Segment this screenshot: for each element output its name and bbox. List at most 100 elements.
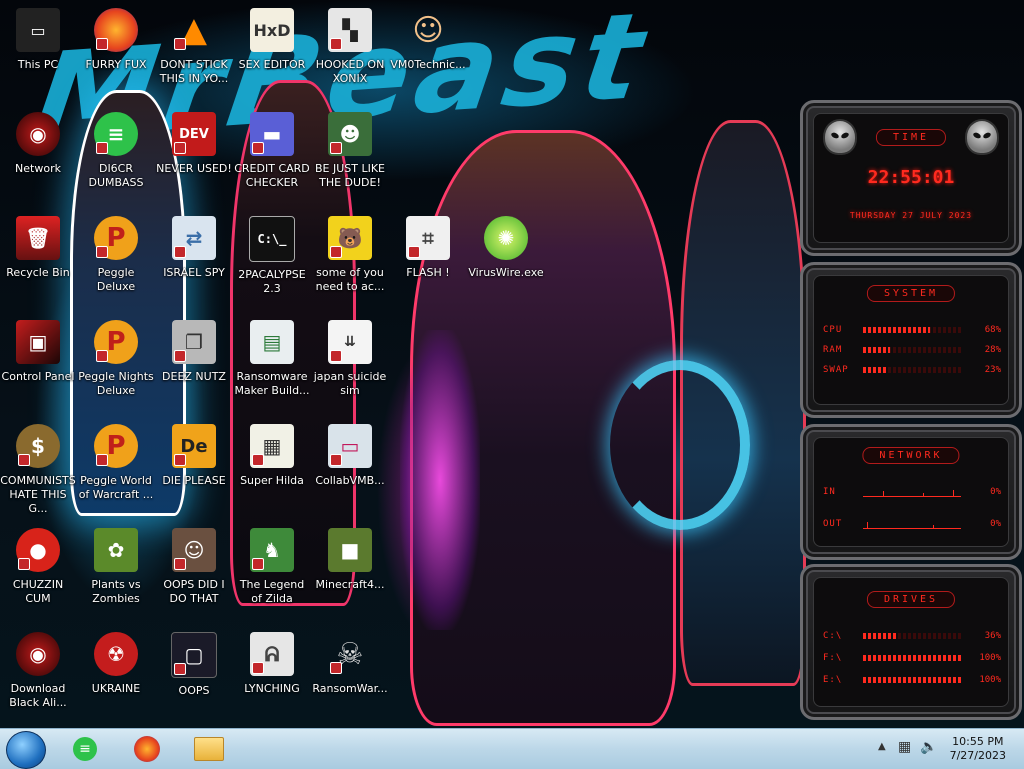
desktop-icon-label: CollabVMB... <box>315 474 385 487</box>
desktop-icon-super-hilda[interactable]: ▦ Super Hilda <box>234 424 310 488</box>
desktop-icon-deez-nutz[interactable]: ❐ DEEZ NUTZ <box>156 320 232 384</box>
desktop-icon-chuzzin[interactable]: ● CHUZZIN CUM <box>0 528 76 606</box>
desktop-icon-peggle-wow[interactable]: P Peggle World of Warcraft ... <box>78 424 154 502</box>
system-widget-title: SYSTEM <box>866 285 956 302</box>
desktop-icon-never-used[interactable]: DEV NEVER USED! <box>156 112 232 176</box>
link-sprite-icon: ♞ <box>250 528 294 572</box>
desktop-icon-hooked-on-xonix[interactable]: ▚ HOOKED ON XONIX <box>312 8 388 86</box>
money-bag-icon: $ <box>16 424 60 468</box>
desktop-icon-download-black[interactable]: ◉ Download Black Ali... <box>0 632 76 710</box>
firefox-icon <box>134 736 160 762</box>
network-widget-title: NETWORK <box>862 447 960 464</box>
desktop-icon-recycle-bin[interactable]: 🗑 Recycle Bin <box>0 216 76 280</box>
meter-label: RAM <box>823 345 843 355</box>
desktop-icon-label: HOOKED ON XONIX <box>315 58 385 85</box>
terminal-icon: C:\_ <box>249 216 295 262</box>
desktop-icon-peggle-deluxe[interactable]: P Peggle Deluxe <box>78 216 154 294</box>
green-notes-icon: ≡ <box>73 737 97 761</box>
taskbar-date: 7/27/2023 <box>949 749 1006 762</box>
desktop-icon-label: This PC <box>17 58 59 71</box>
noose-icon: ᕱ <box>250 632 294 676</box>
green-notes-icon: ≡ <box>94 112 138 156</box>
desktop-icon-flash[interactable]: ⌗ FLASH ! <box>390 216 466 280</box>
taskbar-file-explorer[interactable] <box>184 731 234 767</box>
desktop-icon-2pacalypse[interactable]: C:\_ 2PACALYPSE 2.3 <box>234 216 310 296</box>
desktop-icon-vm0technic[interactable]: ☺ VM0Technic... <box>390 8 466 72</box>
document-icon: ⇊ <box>328 320 372 364</box>
desktop-icon-japan-suicide[interactable]: ⇊ japan suicide sim <box>312 320 388 398</box>
credit-card-icon: ▬ <box>250 112 294 156</box>
network-tray-icon[interactable]: ▦ <box>898 739 911 755</box>
dev-cpp-icon: DEV <box>172 112 216 156</box>
desktop-icon-this-pc[interactable]: ▭ This PC <box>0 8 76 72</box>
desktop-icon-furry-fux[interactable]: FURRY FUX <box>78 8 154 72</box>
taskbar-clock[interactable]: 10:55 PM 7/27/2023 <box>950 735 1006 763</box>
desktop-icon-label: 2PACALYPSE 2.3 <box>238 268 306 295</box>
pixel-character-icon: ▦ <box>250 424 294 468</box>
start-button[interactable] <box>6 731 46 769</box>
drives-widget: DRIVES C:\ 36% F:\ 100% E:\ 100% <box>800 564 1022 720</box>
flash-document-icon: ⌗ <box>406 216 450 260</box>
desktop-icon-label: OOPS <box>178 684 210 697</box>
desktop-icon-collabvm[interactable]: ▭ CollabVMB... <box>312 424 388 488</box>
desktop-icon-label: some of you need to ac... <box>315 266 385 293</box>
elf-character-icon: ☻ <box>328 112 372 156</box>
alienware-icon: ◉ <box>16 632 60 676</box>
desktop-icon-sex-editor[interactable]: HxD SEX EDITOR <box>234 8 310 72</box>
network-in-meter: IN 0% <box>823 487 1001 499</box>
desktop-icon-label: DI6CR DUMBASS <box>88 162 144 189</box>
desktop-icon-label: Network <box>15 162 61 175</box>
desktop-icon-some-of-you[interactable]: 🐻 some of you need to ac... <box>312 216 388 294</box>
desktop-icon-dont-stick[interactable]: ▲ DONT STICK THIS IN YO... <box>156 8 232 86</box>
meter-value: 36% <box>984 631 1001 641</box>
desktop-icon-viruswire[interactable]: ✺ VirusWire.exe <box>468 216 544 280</box>
desktop-icon-communists[interactable]: $ COMMUNISTS HATE THIS G... <box>0 424 76 516</box>
desktop-icon-oops[interactable]: ▢ OOPS <box>156 632 232 698</box>
drive-e-meter: E:\ 100% <box>823 675 1001 687</box>
meter-fill <box>863 347 891 353</box>
desktop-icon-label: UKRAINE <box>91 682 141 695</box>
alien-head-icon <box>823 119 857 155</box>
meter-fill <box>863 677 961 683</box>
desktop-icon-network[interactable]: ◉ Network <box>0 112 76 176</box>
desktop-icon-credit-card[interactable]: ▬ CREDIT CARD CHECKER <box>234 112 310 190</box>
desktop-icon-lynching[interactable]: ᕱ LYNCHING <box>234 632 310 696</box>
desktop-icon-plants-vs-zombies[interactable]: ✿ Plants vs Zombies <box>78 528 154 606</box>
network-out-meter: OUT 0% <box>823 519 1001 531</box>
taskbar: ≡ ▲ ▦ 🔈 10:55 PM 7/27/2023 <box>0 728 1024 769</box>
desktop-icon-label: FURRY FUX <box>85 58 147 71</box>
clock-time: 22:55:01 <box>867 167 955 188</box>
desktop-icon-be-just-like[interactable]: ☻ BE JUST LIKE THE DUDE! <box>312 112 388 190</box>
desktop-icon-minecraft[interactable]: ■ Minecraft4... <box>312 528 388 592</box>
desktop-icon-label: Ransomware Maker Build... <box>234 370 310 397</box>
desktop-icon-ransomware-maker[interactable]: ▤ Ransomware Maker Build... <box>234 320 310 398</box>
desktop-icon-label: Recycle Bin <box>6 266 70 279</box>
desktop-icon-label: Peggle Deluxe <box>96 266 136 293</box>
wallpaper-blue-ring <box>610 360 750 530</box>
desktop-icon-label: Minecraft4... <box>315 578 385 591</box>
desktop-icon-label: SEX EDITOR <box>238 58 306 71</box>
taskbar-notes-app[interactable]: ≡ <box>60 731 110 767</box>
desktop-icon-ukraine[interactable]: ☢ UKRAINE <box>78 632 154 696</box>
desktop-icon-label: Plants vs Zombies <box>91 578 141 605</box>
desktop-icon-control-panel[interactable]: ▣ Control Panel <box>0 320 76 384</box>
desktop[interactable]: MrBeast ▭ This PC ◉ Network 🗑 Recycle Bi… <box>0 0 1024 728</box>
grass-block-icon: ■ <box>328 528 372 572</box>
desktop-icon-di6cr[interactable]: ≡ DI6CR DUMBASS <box>78 112 154 190</box>
volume-icon[interactable]: 🔈 <box>920 739 937 755</box>
desktop-icon-label: Peggle Nights Deluxe <box>78 370 154 397</box>
desktop-icon-oops-did-i[interactable]: ☺ OOPS DID I DO THAT <box>156 528 232 606</box>
desktop-icon-die-please[interactable]: De DIE PLEASE <box>156 424 232 488</box>
meter-value: 23% <box>984 365 1001 375</box>
meter-label: IN <box>823 487 836 497</box>
taskbar-firefox[interactable] <box>122 731 172 767</box>
desktop-icon-peggle-nights[interactable]: P Peggle Nights Deluxe <box>78 320 154 398</box>
desktop-icon-legend-of-zilda[interactable]: ♞ The Legend of Zilda <box>234 528 310 606</box>
show-hidden-icons-icon[interactable]: ▲ <box>878 741 886 752</box>
desktop-icon-ransomware[interactable]: ☠ RansomWar... <box>312 632 388 696</box>
skull-icon: ☠ <box>328 632 372 676</box>
portrait-icon: ☺ <box>172 528 216 572</box>
meter-label: F:\ <box>823 653 843 663</box>
desktop-icon-israel-spy[interactable]: ⇄ ISRAEL SPY <box>156 216 232 280</box>
meter-label: SWAP <box>823 365 849 375</box>
